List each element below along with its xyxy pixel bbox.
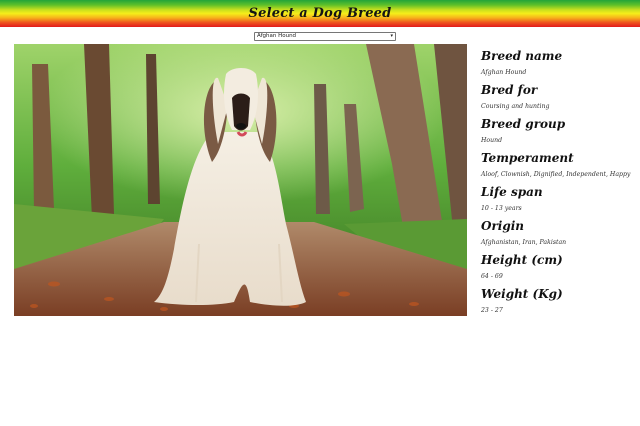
breed-selector[interactable]: Afghan Hound ▾: [254, 32, 396, 41]
breed-name-heading: Breed name: [481, 49, 563, 63]
bred-for-value: Coursing and hunting: [481, 103, 550, 110]
height-heading: Height (cm): [481, 253, 563, 267]
chevron-down-icon[interactable]: ▾: [390, 34, 393, 39]
header-banner: Select a Dog Breed: [0, 0, 640, 27]
origin-heading: Origin: [481, 219, 525, 233]
page-title: Select a Dog Breed: [248, 6, 392, 21]
breed-group-value: Hound: [481, 137, 503, 144]
breed-dropdown-value: Afghan Hound: [257, 32, 297, 39]
temperament-value: Aloof, Clownish, Dignified, Independent,…: [481, 171, 631, 178]
breed-group-heading: Breed group: [481, 117, 566, 131]
breed-dropdown[interactable]: Afghan Hound ▾: [254, 32, 396, 41]
breed-name-value: Afghan Hound: [481, 69, 527, 76]
life-span-value: 10 - 13 years: [481, 205, 522, 212]
height-value: 64 - 69: [481, 273, 503, 280]
weight-heading: Weight (Kg): [481, 287, 563, 301]
weight-value: 23 - 27: [481, 307, 503, 314]
life-span-heading: Life span: [481, 185, 543, 199]
bred-for-heading: Bred for: [481, 83, 538, 97]
origin-value: Afghanistan, Iran, Pakistan: [481, 239, 567, 246]
temperament-heading: Temperament: [481, 151, 574, 165]
dog-photo: [14, 44, 467, 316]
breed-info-panel: Breed name Afghan Hound Bred for Coursin…: [481, 48, 640, 320]
